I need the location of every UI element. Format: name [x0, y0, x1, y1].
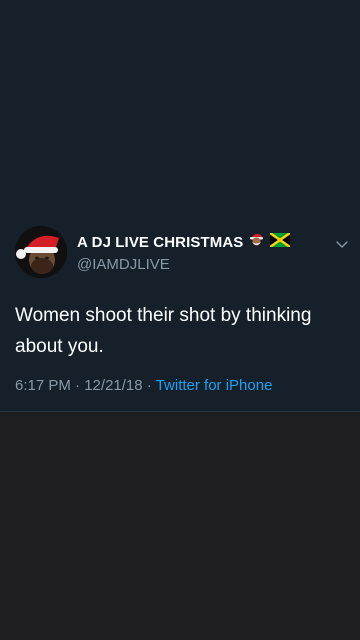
tweet-date[interactable]: 12/21/18 [84, 377, 142, 394]
avatar[interactable] [15, 226, 67, 278]
tweet-source-link[interactable]: Twitter for iPhone [156, 377, 273, 394]
meta-separator: · [146, 377, 152, 394]
tweet-text: Women shoot their shot by thinking about… [15, 305, 312, 357]
tweet-time[interactable]: 6:17 PM [15, 377, 71, 394]
user-handle[interactable]: @IAMDJLIVE [77, 256, 290, 273]
jamaica-flag-emoji [269, 231, 292, 252]
tweet-header: A DJ LIVE CHRISTMAS @IAMDJLIVE [15, 226, 350, 278]
divider [0, 411, 360, 412]
user-name-block: A DJ LIVE CHRISTMAS @IAMDJLIVE [77, 231, 292, 273]
tweet-card[interactable]: A DJ LIVE CHRISTMAS @IAMDJLIVE Women sho… [0, 0, 360, 412]
screen: A DJ LIVE CHRISTMAS @IAMDJLIVE Women sho… [0, 0, 360, 640]
meta-separator: · [75, 377, 81, 394]
tweet-meta: 6:17 PM · 12/21/18 · Twitter for iPhone [15, 377, 272, 394]
santa-emoji [248, 231, 265, 253]
chevron-down-icon[interactable] [334, 236, 350, 252]
display-name-row: A DJ LIVE CHRISTMAS [77, 231, 292, 253]
display-name[interactable]: A DJ LIVE CHRISTMAS [77, 234, 243, 251]
